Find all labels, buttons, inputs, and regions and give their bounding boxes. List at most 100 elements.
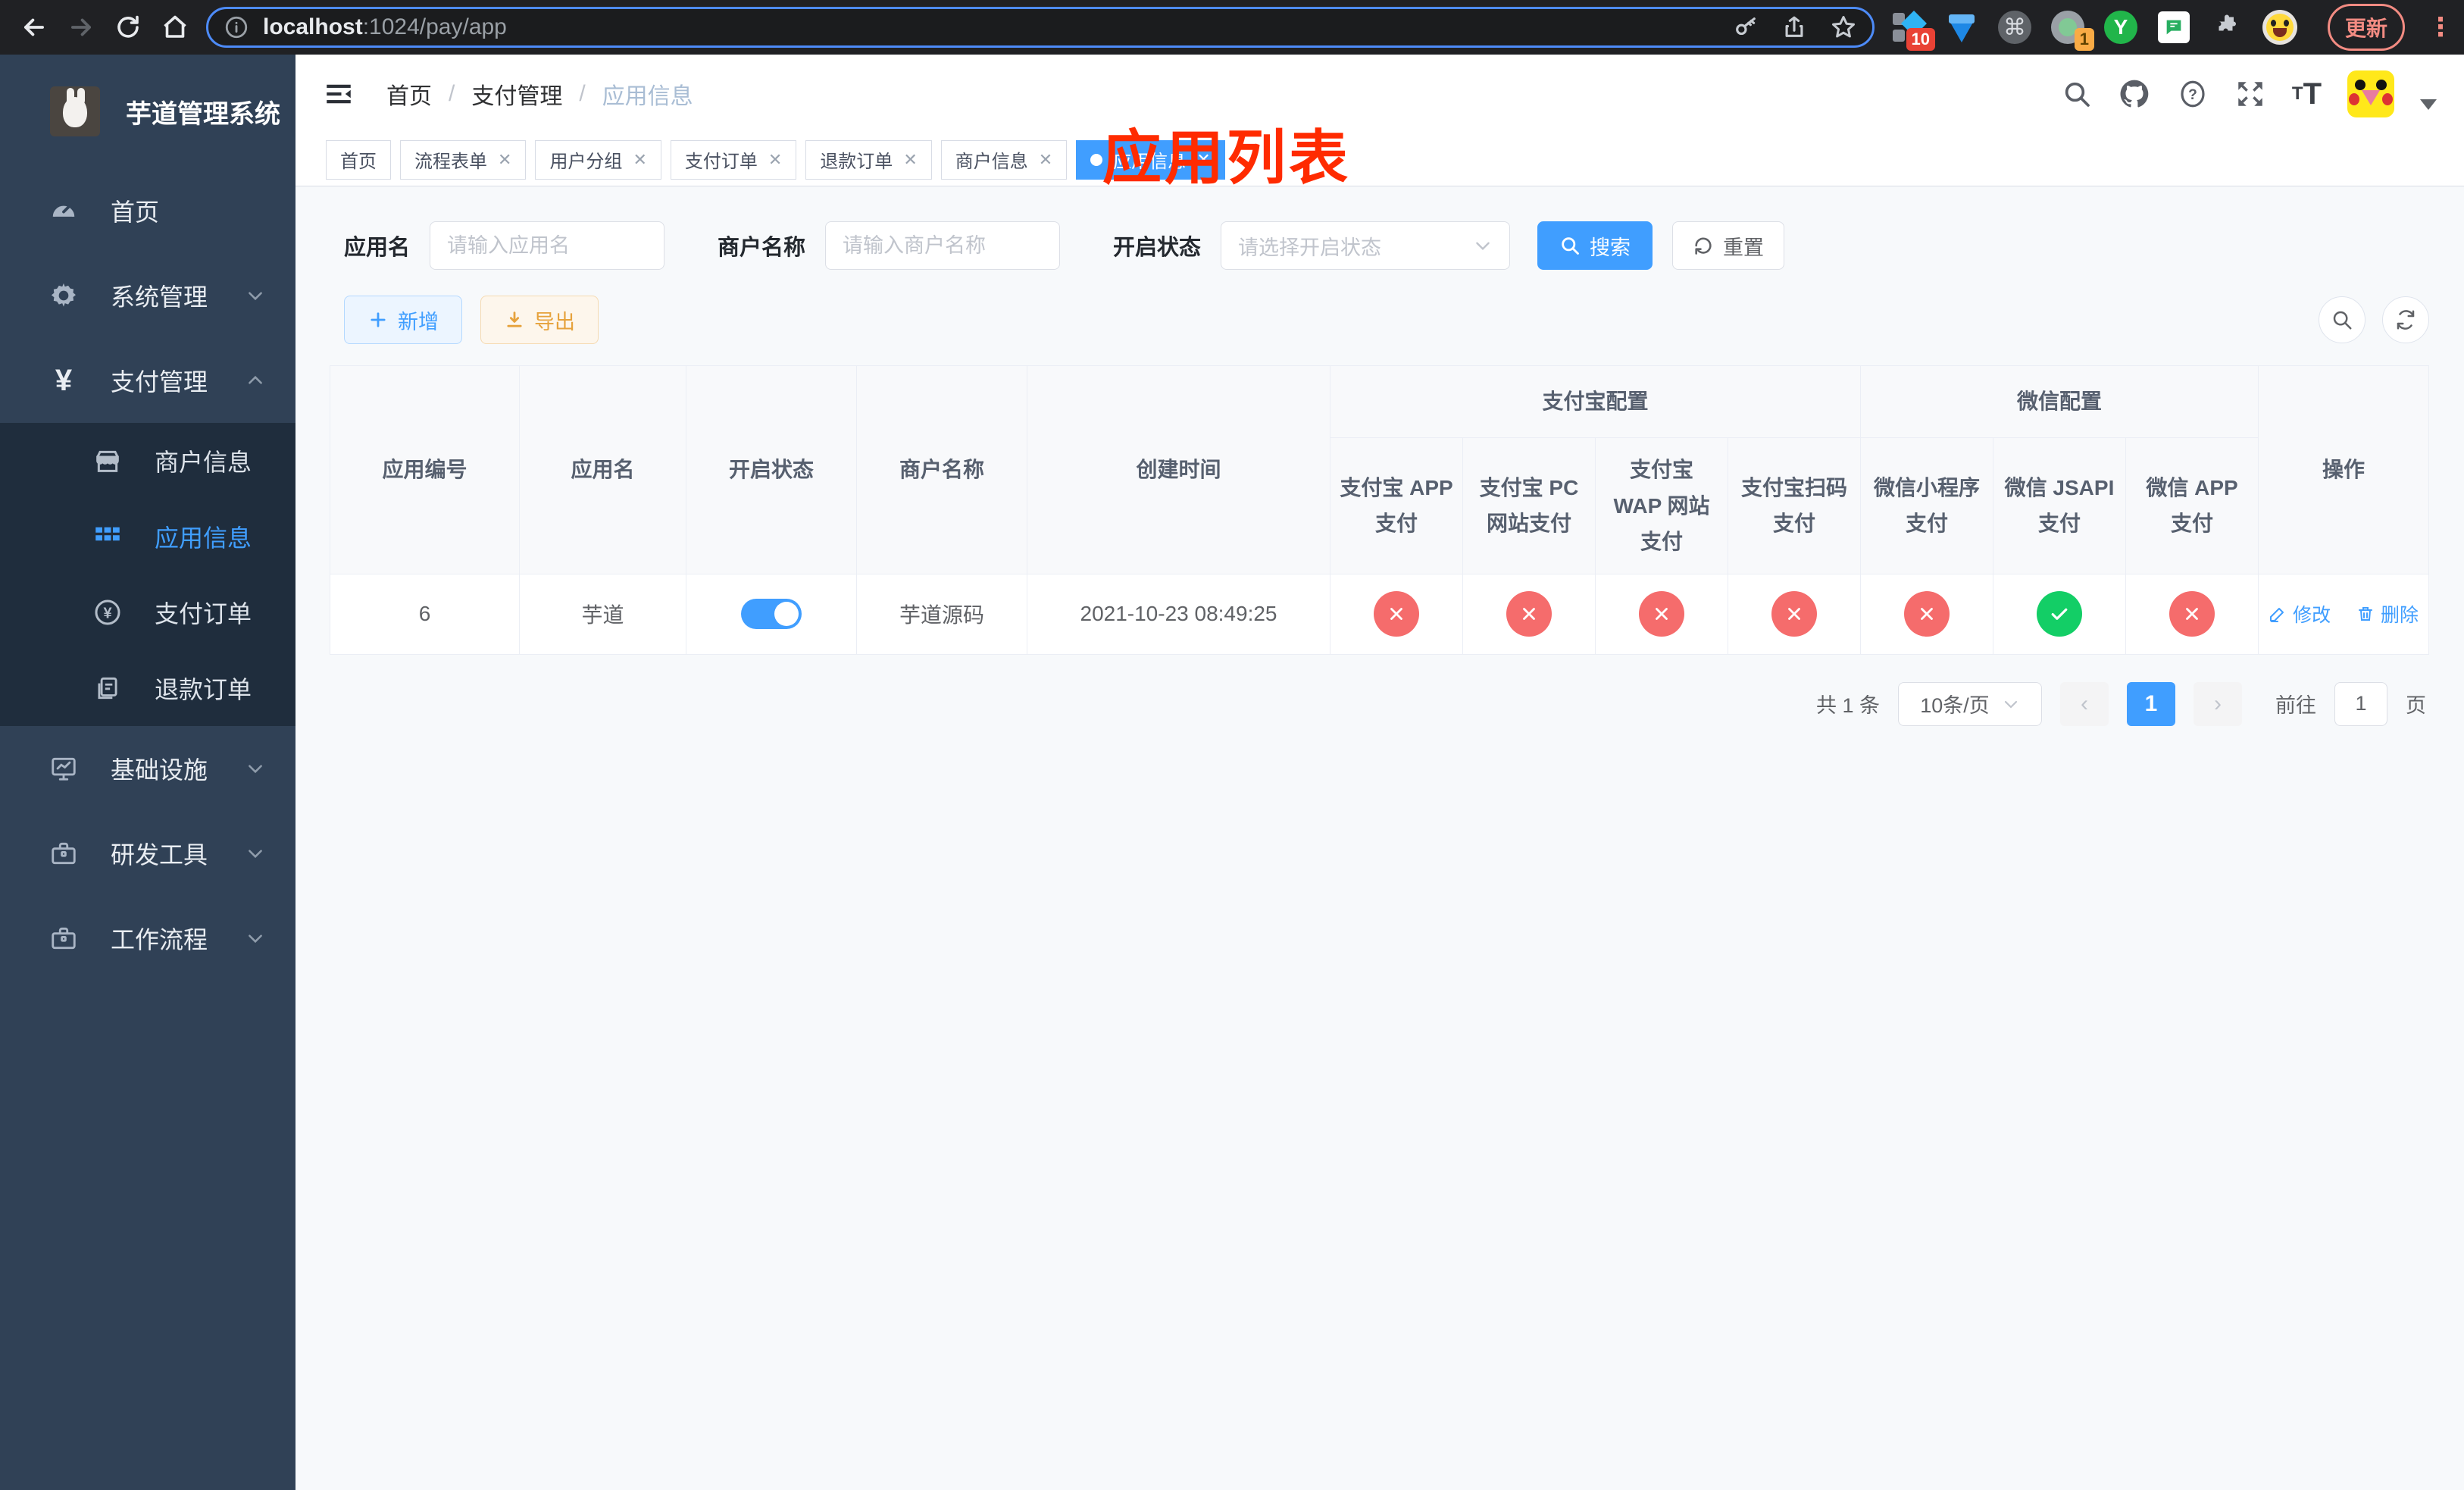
sidebar-item-refund-order[interactable]: 退款订单: [0, 650, 295, 726]
yen-icon: ¥: [55, 363, 73, 397]
channel-status-cell: [1993, 573, 2127, 655]
search-button[interactable]: 搜索: [1537, 221, 1653, 270]
address-bar[interactable]: localhost:1024/pay/app: [206, 7, 1875, 48]
tab-process-form[interactable]: 流程表单 ✕: [400, 139, 527, 180]
chevron-up-icon: [245, 371, 265, 390]
tab-refund-order[interactable]: 退款订单 ✕: [805, 139, 932, 180]
breadcrumb-current: 应用信息: [602, 84, 693, 109]
sidebar-item-pay-order[interactable]: ¥ 支付订单: [0, 574, 295, 650]
close-icon[interactable]: ✕: [768, 150, 782, 170]
sidebar-item-system[interactable]: 系统管理: [0, 253, 295, 338]
page-1-button[interactable]: 1: [2127, 681, 2175, 726]
app-name-input[interactable]: [430, 221, 665, 270]
status-select[interactable]: 请选择开启状态: [1221, 221, 1511, 270]
page-size-select[interactable]: 10条/页: [1898, 681, 2042, 726]
sidebar-item-infra[interactable]: 基础设施: [0, 726, 295, 811]
site-info-icon[interactable]: [224, 14, 249, 40]
sidebar-logo[interactable]: 芋道管理系统: [0, 55, 295, 168]
sidebar-collapse-icon[interactable]: [323, 78, 355, 110]
sidebar-item-app-info[interactable]: 应用信息: [0, 499, 295, 574]
prev-page-button[interactable]: ‹: [2060, 681, 2109, 726]
user-menu-caret-icon[interactable]: [2420, 99, 2437, 110]
browser-menu-icon[interactable]: ⋮: [2428, 12, 2453, 42]
tab-user-group[interactable]: 用户分组 ✕: [535, 139, 661, 180]
edit-link[interactable]: 修改: [2269, 600, 2331, 628]
next-page-button[interactable]: ›: [2194, 681, 2242, 726]
puzzle-extensions-icon[interactable]: [2209, 10, 2244, 45]
tab-merchant-info[interactable]: 商户信息 ✕: [940, 139, 1068, 180]
cell-app-id: 6: [330, 573, 520, 655]
github-icon[interactable]: [2118, 77, 2151, 111]
reset-button[interactable]: 重置: [1672, 221, 1785, 270]
user-avatar[interactable]: [2347, 70, 2394, 117]
close-icon[interactable]: ✕: [903, 150, 917, 170]
pagination-total: 共 1 条: [1815, 694, 1880, 718]
status-toggle[interactable]: [741, 599, 802, 630]
coin-yen-icon: ¥: [91, 597, 124, 628]
sidebar-item-workflow[interactable]: 工作流程: [0, 896, 295, 981]
cross-icon: [1374, 591, 1419, 637]
pinned-extension-icon[interactable]: 10: [1891, 10, 1935, 51]
tags-view: 首页 流程表单 ✕ 用户分组 ✕ 支付订单 ✕ 退款订单 ✕ 商户信息 ✕ 应用信息 ✕: [295, 133, 2464, 186]
gem-extension-icon[interactable]: [1944, 10, 1979, 45]
chevron-down-icon: [245, 928, 265, 948]
close-icon[interactable]: ✕: [633, 150, 646, 170]
app-root: 芋道管理系统 首页 系统管理 ¥ 支付管理 商户信息 应用信息 ¥ 支付订单 退…: [0, 55, 2464, 1490]
help-icon[interactable]: ?: [2177, 78, 2209, 110]
bookmark-star-icon[interactable]: [1830, 14, 1857, 41]
profile-emoji-icon[interactable]: [2262, 10, 2297, 45]
col-alipay-pc: 支付宝 PC 网站支付: [1462, 437, 1596, 574]
tab-pay-order[interactable]: 支付订单 ✕: [670, 139, 797, 180]
sidebar-item-home[interactable]: 首页: [0, 168, 295, 253]
share-icon[interactable]: [1781, 14, 1807, 40]
fullscreen-icon[interactable]: [2234, 78, 2266, 110]
breadcrumb-pay[interactable]: 支付管理: [471, 77, 562, 111]
search-icon[interactable]: [2062, 79, 2092, 109]
logo-rabbit-image: [50, 86, 100, 136]
cross-icon: [1639, 591, 1684, 637]
back-icon[interactable]: [11, 4, 58, 51]
forward-icon[interactable]: [58, 4, 105, 51]
cross-icon: [1771, 591, 1817, 637]
y-extension-icon[interactable]: Y: [2103, 10, 2138, 45]
merchant-name-input[interactable]: [825, 221, 1061, 270]
reload-icon[interactable]: [105, 4, 152, 51]
col-alipay-wap: 支付宝 WAP 网站支付: [1595, 437, 1728, 574]
status-select-placeholder: 请选择开启状态: [1238, 236, 1382, 259]
channel-status-cell: [1727, 573, 1862, 655]
cell-operations: 修改 删除: [2258, 573, 2430, 655]
font-size-icon[interactable]: TT: [2292, 77, 2322, 111]
command-extension-icon[interactable]: ⌘: [1997, 10, 2032, 45]
show-search-toggle-button[interactable]: [2319, 296, 2366, 343]
breadcrumb-home[interactable]: 首页: [386, 77, 432, 111]
channel-status-cell: [1595, 573, 1728, 655]
sidebar-item-label: 商户信息: [155, 449, 252, 476]
sidebar-item-pay[interactable]: ¥ 支付管理: [0, 338, 295, 423]
recorder-extension-icon[interactable]: 1: [2050, 10, 2094, 51]
export-button[interactable]: 导出: [480, 296, 599, 344]
delete-link[interactable]: 删除: [2356, 600, 2419, 628]
sidebar-item-label: 支付管理: [111, 368, 208, 396]
sidebar-item-dev-tools[interactable]: 研发工具: [0, 811, 295, 896]
goto-page-input[interactable]: [2334, 681, 2387, 726]
password-key-icon[interactable]: [1733, 14, 1759, 40]
channel-status-cell: [1860, 573, 1994, 655]
grid-icon: [91, 521, 124, 552]
pagination: 共 1 条 10条/页 ‹ 1 › 前往 页: [295, 655, 2464, 726]
sidebar-item-label: 系统管理: [111, 283, 208, 311]
add-button[interactable]: 新增: [344, 296, 462, 344]
sidebar-item-merchant-info[interactable]: 商户信息: [0, 423, 295, 499]
close-icon[interactable]: ✕: [498, 150, 511, 170]
chat-extension-icon[interactable]: [2156, 10, 2191, 45]
home-icon[interactable]: [152, 4, 199, 51]
close-icon[interactable]: ✕: [1039, 150, 1052, 170]
sidebar-item-label: 退款订单: [155, 676, 252, 703]
gear-icon: [48, 281, 79, 310]
app-table: 应用编号 应用名 开启状态 商户名称 创建时间 支付宝配置 微信配置 操作 支付…: [330, 365, 2430, 655]
browser-update-button[interactable]: 更新: [2327, 4, 2405, 51]
storefront-icon: [91, 446, 124, 476]
refresh-table-button[interactable]: [2382, 296, 2429, 343]
col-status: 开启状态: [686, 365, 857, 574]
sidebar-item-label: 研发工具: [111, 841, 208, 869]
tab-home[interactable]: 首页: [326, 139, 391, 180]
